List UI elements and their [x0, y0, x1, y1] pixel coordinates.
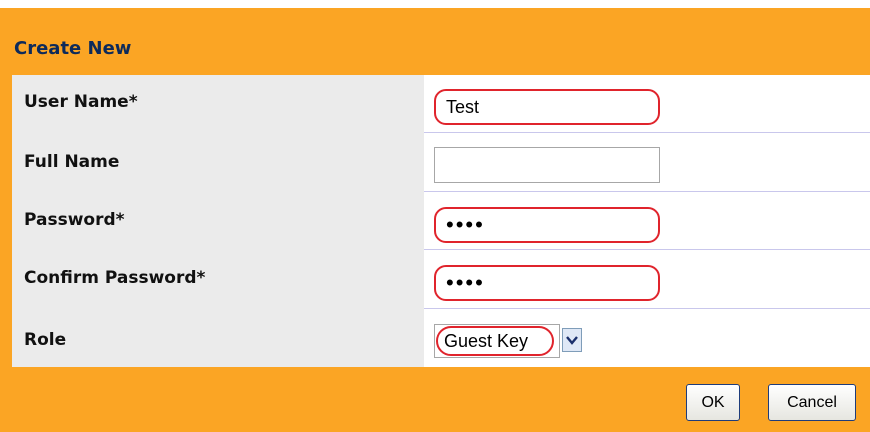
- chevron-down-icon[interactable]: [562, 328, 582, 352]
- role-selected-value: Guest Key: [436, 326, 554, 356]
- user-form: User Name* Full Name Password* Confirm P…: [12, 75, 870, 367]
- cancel-button[interactable]: Cancel: [768, 384, 856, 421]
- row-separator: [424, 308, 870, 309]
- user-name-label: User Name*: [24, 92, 138, 112]
- create-new-panel: Create New User Name* Full Name Password…: [0, 8, 870, 432]
- row-separator: [424, 191, 870, 192]
- panel-title: Create New: [14, 38, 132, 59]
- confirm-password-input[interactable]: [434, 265, 660, 301]
- row-separator: [424, 249, 870, 250]
- row-separator: [424, 132, 870, 133]
- role-select-box[interactable]: Guest Key: [434, 324, 560, 358]
- user-name-input[interactable]: [434, 89, 660, 125]
- role-label: Role: [24, 330, 67, 350]
- password-label: Password*: [24, 210, 125, 230]
- ok-button[interactable]: OK: [686, 384, 740, 421]
- create-user-page: Create New User Name* Full Name Password…: [0, 0, 870, 432]
- password-input[interactable]: [434, 207, 660, 243]
- confirm-password-label: Confirm Password*: [24, 268, 206, 288]
- full-name-label: Full Name: [24, 152, 120, 172]
- full-name-input[interactable]: [434, 147, 660, 183]
